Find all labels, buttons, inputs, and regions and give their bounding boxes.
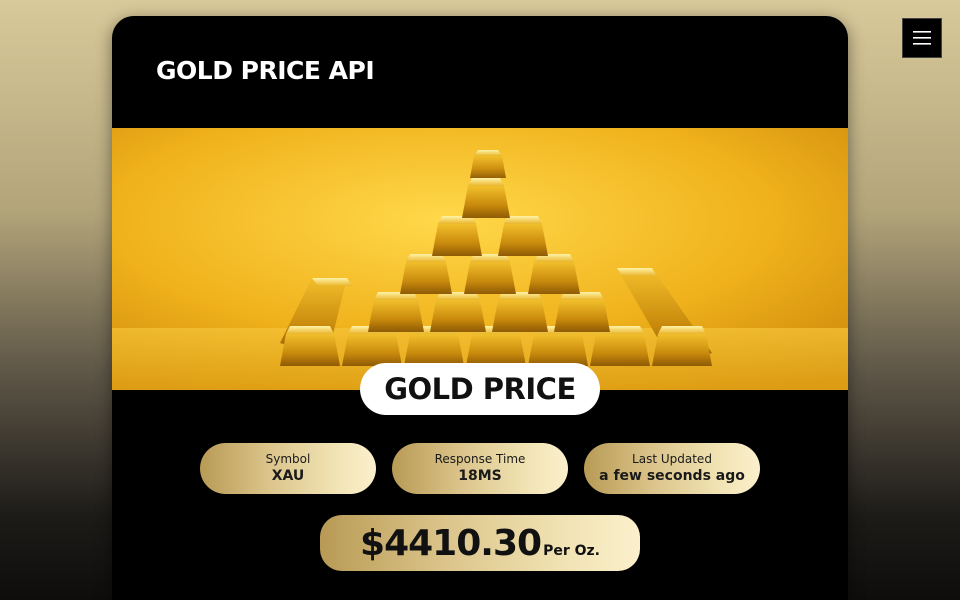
stat-label: Symbol [265,452,311,466]
hero-image [112,128,848,390]
menu-button[interactable] [902,18,942,58]
stat-symbol: Symbol XAU [200,443,376,494]
stat-value: XAU [271,468,305,484]
hamburger-menu-icon [913,31,931,45]
section-title-badge: GOLD PRICE [360,363,600,415]
price-unit: Per Oz. [543,543,600,559]
stat-label: Last Updated [632,452,712,466]
stat-value: 18MS [458,468,502,484]
stat-response-time: Response Time 18MS [392,443,568,494]
header: GOLD PRICE API [112,16,848,128]
stat-label: Response Time [434,452,526,466]
price-display: $4410.30 Per Oz. [320,515,640,571]
main-card: GOLD PRICE API GOLD PRICE Symbol XAU Res… [112,16,848,600]
stat-value: a few seconds ago [599,468,745,484]
gold-bar-row-3 [400,254,580,294]
app-title: GOLD PRICE API [156,56,375,85]
stat-last-updated: Last Updated a few seconds ago [584,443,760,494]
price-value: $4410.30 [360,523,542,564]
section-title: GOLD PRICE [384,372,576,406]
